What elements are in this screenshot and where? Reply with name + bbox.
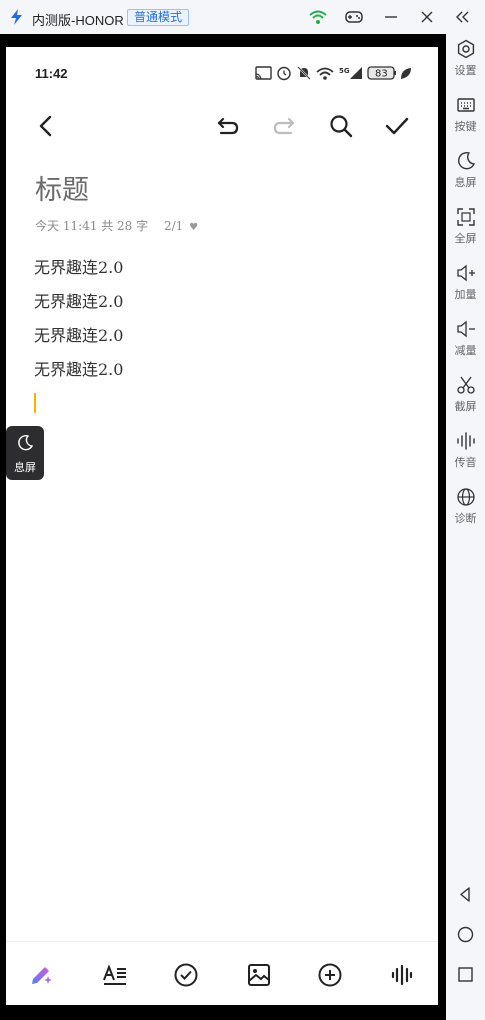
search-icon[interactable]	[328, 113, 354, 139]
svg-text:5G: 5G	[339, 67, 350, 75]
side-label: 传音	[454, 457, 477, 469]
status-time: 11:42	[35, 66, 68, 81]
side-panel: 设置 按键 息屏 全屏 加量 减量 截屏 传音 诊断	[446, 34, 485, 1020]
redo-icon[interactable]	[271, 113, 297, 139]
collapse-panel-icon[interactable]	[454, 8, 472, 26]
note-meta-page: 2/1	[163, 219, 184, 233]
side-diagnose-button[interactable]: 诊断	[446, 487, 485, 526]
checklist-icon[interactable]	[173, 962, 199, 988]
mute-bell-icon	[297, 66, 311, 80]
gamepad-icon[interactable]	[345, 8, 363, 26]
note-line[interactable]: 无界趣连2.0	[34, 323, 123, 357]
side-settings-button[interactable]: 设置	[446, 39, 485, 78]
note-line[interactable]: 无界趣连2.0	[34, 289, 123, 323]
signal-icon	[350, 67, 362, 79]
alarm-icon	[277, 66, 291, 81]
note-body[interactable]: 无界趣连2.0 无界趣连2.0 无界趣连2.0 无界趣连2.0	[34, 255, 123, 391]
lightning-logo-icon	[11, 9, 22, 25]
nav-recents-square-icon[interactable]	[456, 965, 475, 984]
mode-badge[interactable]: 普通模式	[127, 9, 190, 26]
back-icon[interactable]	[36, 113, 56, 139]
minimize-icon[interactable]	[382, 8, 400, 26]
nav-back-triangle-icon[interactable]	[456, 885, 475, 904]
globe-icon	[456, 488, 475, 506]
side-label: 设置	[454, 65, 477, 77]
note-line[interactable]: 无界趣连2.0	[34, 255, 123, 289]
side-volume-up-button[interactable]: 加量	[446, 263, 485, 302]
ai-pen-icon[interactable]	[28, 962, 54, 988]
leaf-icon	[401, 68, 411, 79]
note-meta: 今天 11:41 共 28 字 2/1 ♥	[35, 217, 198, 234]
image-icon[interactable]	[246, 962, 272, 988]
side-label: 减量	[454, 345, 477, 357]
wifi-icon	[309, 10, 327, 24]
confirm-check-icon[interactable]	[384, 113, 410, 139]
phone-frame: 11:42 5G 83 标题 今天 11:41 共 28 字 2/1 ♥ 无界趣…	[0, 34, 446, 1020]
window-title: 内测版-HONOR	[32, 13, 124, 28]
side-screenshot-button[interactable]: 截屏	[446, 375, 485, 414]
side-label: 按键	[454, 121, 477, 133]
side-volume-down-button[interactable]: 减量	[446, 319, 485, 358]
side-label: 诊断	[454, 513, 477, 525]
scissors-icon	[456, 376, 475, 394]
window-titlebar: 内测版-HONOR 普通模式	[0, 0, 485, 34]
bottom-toolbar	[6, 941, 438, 1005]
keyboard-icon	[456, 98, 475, 112]
undo-icon[interactable]	[215, 113, 241, 139]
side-sleep-button[interactable]: 息屏	[446, 151, 485, 190]
text-format-icon[interactable]	[102, 962, 128, 988]
voice-icon[interactable]	[389, 962, 415, 988]
sleep-float-button[interactable]: 息屏	[6, 426, 44, 480]
battery-level: 83	[375, 69, 388, 80]
text-cursor	[34, 393, 36, 413]
side-label: 加量	[454, 289, 477, 301]
moon-icon	[457, 151, 475, 170]
add-icon[interactable]	[317, 962, 343, 988]
side-audio-button[interactable]: 传音	[446, 431, 485, 470]
settings-icon	[457, 39, 474, 59]
phone-screen: 11:42 5G 83 标题 今天 11:41 共 28 字 2/1 ♥ 无界趣…	[6, 47, 438, 1005]
status-icons: 5G 83	[255, 66, 411, 81]
wifi-status-icon	[316, 67, 334, 80]
sleep-float-label: 息屏	[14, 462, 36, 474]
side-fullscreen-button[interactable]: 全屏	[446, 207, 485, 246]
side-label: 全屏	[454, 233, 477, 245]
side-label: 截屏	[454, 401, 477, 413]
side-label: 息屏	[454, 177, 477, 189]
moon-icon	[18, 434, 34, 451]
fullscreen-icon	[456, 208, 475, 226]
cast-icon	[255, 66, 272, 80]
note-line[interactable]: 无界趣连2.0	[34, 357, 123, 391]
volume-down-icon	[456, 320, 475, 338]
audio-icon	[456, 432, 475, 450]
note-meta-time: 今天 11:41	[35, 219, 98, 233]
note-meta-count: 共 28 字	[101, 219, 149, 233]
volume-up-icon	[456, 264, 475, 282]
heart-icon[interactable]: ♥	[189, 222, 198, 233]
note-title[interactable]: 标题	[35, 168, 89, 207]
side-keys-button[interactable]: 按键	[446, 95, 485, 134]
close-icon[interactable]	[418, 8, 436, 26]
nav-home-circle-icon[interactable]	[456, 925, 475, 944]
